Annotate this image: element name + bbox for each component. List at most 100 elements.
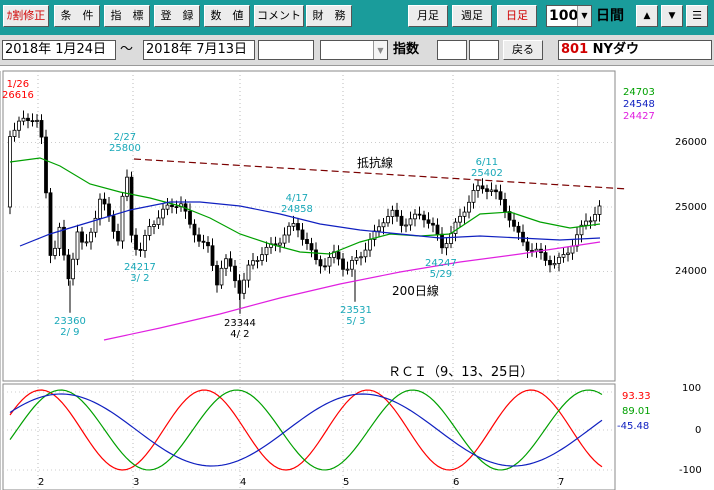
price-tick-25000: 25000: [675, 202, 707, 213]
ma200-label: 200日線: [392, 284, 439, 298]
month-label-2: 2: [38, 477, 45, 488]
candle-body: [251, 260, 255, 266]
blank-field-3[interactable]: [469, 40, 499, 60]
candle-body: [359, 256, 363, 259]
low-annotation-1: 24217 3/ 2: [124, 262, 156, 284]
candle-body: [512, 219, 516, 227]
candle-body: [309, 243, 314, 251]
symbol-field[interactable]: 801 NYダウ: [558, 40, 712, 60]
candle-body: [521, 231, 525, 243]
period-select[interactable]: 100 ▼: [546, 5, 592, 27]
blank-field-2[interactable]: [437, 40, 467, 60]
rci-title: ＲＣＩ（9、13、25日）: [388, 365, 534, 380]
high-value: 26616: [2, 90, 34, 101]
candle-body: [282, 234, 287, 244]
candle-body: [134, 234, 138, 250]
candle-body: [75, 231, 80, 260]
candle-body: [408, 218, 413, 226]
blank-field[interactable]: [258, 40, 314, 60]
candle-body: [305, 239, 309, 244]
candle-body: [336, 251, 341, 260]
candle-body: [264, 246, 269, 256]
candle-body: [471, 189, 476, 203]
candle-body: [426, 219, 431, 224]
candle-body: [66, 254, 71, 280]
numeric-button[interactable]: 数 値: [204, 5, 250, 27]
candle-body: [597, 205, 602, 215]
candle-body: [215, 265, 219, 286]
candle-body: [440, 233, 444, 249]
candle-body: [318, 259, 323, 267]
candle-body: [224, 258, 228, 269]
rci-tick-100: 100: [682, 383, 702, 394]
candle-body: [116, 230, 120, 242]
symbol-name: NYダウ: [592, 42, 639, 57]
daily-button[interactable]: 日足: [497, 5, 537, 27]
candle-body: [350, 259, 354, 270]
financials-button[interactable]: 財 務: [306, 5, 352, 27]
split-adjust-button[interactable]: ｶ割修正: [3, 5, 49, 27]
range-bar: 2018年 1月24日 ～ 2018年 7月13日 ▼ 指数 戻る 801 NY…: [0, 35, 714, 66]
comment-button[interactable]: コメント: [254, 5, 304, 27]
low3-value: 23344: [224, 318, 256, 329]
candle-body: [30, 120, 35, 123]
candle-body: [165, 204, 170, 210]
candle-body: [44, 136, 48, 194]
candle-body: [246, 264, 251, 281]
candle-body: [161, 208, 165, 219]
low3-date: 4/ 2: [230, 329, 250, 340]
candle-body: [561, 254, 566, 258]
period-unit-label: 日間: [596, 8, 624, 24]
candle-body: [255, 259, 260, 262]
candle-body: [530, 250, 534, 252]
candle-body: [458, 215, 462, 223]
monthly-button[interactable]: 月足: [408, 5, 448, 27]
rci-value-blue: -45.48: [617, 421, 650, 432]
weekly-button[interactable]: 週足: [452, 5, 492, 27]
low-annotation-5: 24247 5/29: [425, 258, 457, 280]
low1-value: 24217: [124, 262, 156, 273]
candle-body: [111, 215, 116, 232]
candle-body: [386, 216, 390, 224]
chevron-down-icon: ▼: [373, 41, 387, 59]
peak-annotation-3: 6/11 25402: [471, 157, 503, 179]
peak3-value: 25402: [471, 168, 503, 179]
legend-value-green: 24703: [623, 87, 655, 98]
back-button[interactable]: 戻る: [503, 40, 543, 60]
candle-body: [210, 245, 215, 266]
candle-body: [395, 209, 399, 217]
candle-body: [278, 242, 282, 246]
period-value: 100: [549, 8, 579, 24]
candle-body: [53, 247, 57, 256]
candle-body: [233, 265, 237, 282]
candle-body: [363, 249, 368, 258]
start-date-field[interactable]: 2018年 1月24日: [2, 40, 116, 60]
index-select[interactable]: ▼: [320, 40, 388, 60]
price-tick-24000: 24000: [675, 266, 707, 277]
price-tick-26000: 26000: [675, 137, 707, 148]
candle-body: [557, 256, 561, 264]
menu-icon[interactable]: ☰: [686, 5, 708, 27]
conditions-button[interactable]: 条 件: [54, 5, 100, 27]
candle-body: [143, 235, 147, 251]
down-arrow-icon[interactable]: ▼: [661, 5, 683, 27]
up-arrow-icon[interactable]: ▲: [636, 5, 658, 27]
rci-tick-minus100: -100: [679, 465, 702, 476]
indicators-button[interactable]: 指 標: [104, 5, 150, 27]
high-annotation: 1/26 26616: [2, 79, 34, 101]
peak2-date: 4/17: [285, 193, 309, 204]
candle-body: [197, 234, 201, 242]
candle-body: [534, 248, 539, 252]
candle-body: [390, 209, 395, 217]
peak-annotation-2: 4/17 24858: [281, 193, 313, 215]
candle-body: [287, 225, 291, 236]
low-annotation-4: 23531 5/ 3: [340, 305, 372, 327]
rci-value-red: 93.33: [622, 391, 651, 402]
candle-body: [516, 225, 521, 233]
low4-date: 5/ 3: [346, 316, 366, 327]
end-date-field[interactable]: 2018年 7月13日: [143, 40, 255, 60]
candle-body: [588, 220, 593, 223]
register-button[interactable]: 登 録: [154, 5, 200, 27]
low4-value: 23531: [340, 305, 372, 316]
candle-body: [12, 129, 17, 137]
